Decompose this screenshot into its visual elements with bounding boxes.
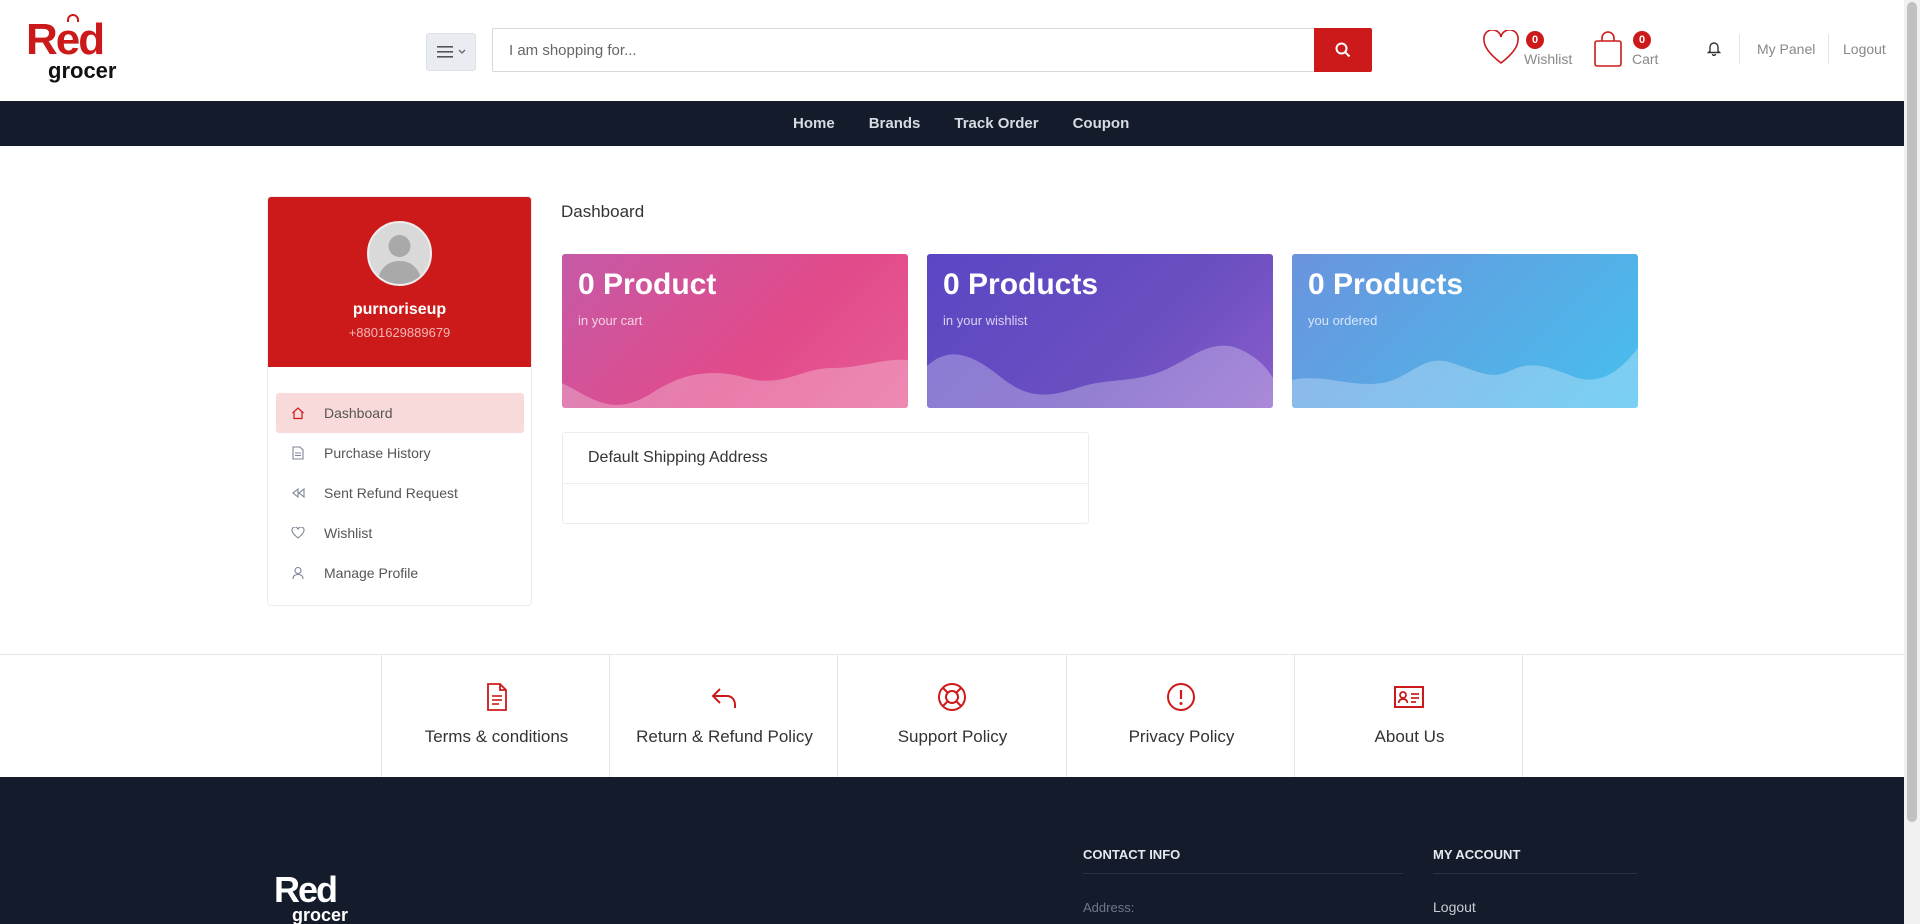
profile-name: purnoriseup xyxy=(352,301,447,318)
logo-sub-text: grocer xyxy=(48,58,117,83)
sidebar-item-refund-request[interactable]: Sent Refund Request xyxy=(276,473,524,513)
rewind-icon xyxy=(290,485,306,501)
document-icon xyxy=(290,445,306,461)
wave-decoration xyxy=(1292,348,1638,408)
cart-label: Cart xyxy=(1632,51,1659,67)
lifebuoy-icon xyxy=(938,683,966,711)
header-divider xyxy=(1739,34,1740,64)
sidebar-item-label: Wishlist xyxy=(324,525,373,541)
page-scrollbar[interactable] xyxy=(1904,0,1920,924)
wave-decoration xyxy=(562,359,908,408)
policy-about-us[interactable]: About Us xyxy=(1294,655,1523,777)
sidebar-menu: Dashboard Purchase History Sent Refund R… xyxy=(276,393,524,593)
nav-home[interactable]: Home xyxy=(776,101,852,146)
nav-coupon[interactable]: Coupon xyxy=(1056,101,1147,146)
stat-card-value: 0 Products xyxy=(1308,268,1464,301)
avatar xyxy=(367,221,432,286)
stat-card-orders: 0 Products you ordered xyxy=(1292,254,1638,408)
policy-return-refund[interactable]: Return & Refund Policy xyxy=(609,655,838,777)
sidebar-item-label: Sent Refund Request xyxy=(324,485,458,501)
logo-main-text: Red xyxy=(26,15,105,64)
stat-card-cart: 0 Product in your cart xyxy=(562,254,908,408)
search-bar xyxy=(492,28,1372,72)
bell-icon[interactable] xyxy=(1707,40,1721,56)
footer-logo[interactable]: Red grocer xyxy=(274,869,364,924)
divider xyxy=(1433,873,1637,874)
profile-card: purnoriseup +8801629889679 xyxy=(268,197,531,367)
policy-label: About Us xyxy=(1374,727,1445,746)
home-icon xyxy=(290,405,306,421)
logo-sub-text: grocer xyxy=(292,905,349,924)
policy-label: Support Policy xyxy=(897,727,1008,746)
cart-count-badge: 0 xyxy=(1633,31,1651,49)
document-icon xyxy=(487,683,507,711)
site-header: Red grocer 0 Wishlist xyxy=(0,0,1904,100)
header-divider xyxy=(1828,34,1829,64)
sidebar-item-manage-profile[interactable]: Manage Profile xyxy=(276,553,524,593)
shopping-bag-icon xyxy=(1594,31,1622,67)
stat-card-caption: in your cart xyxy=(578,313,643,328)
stat-card-wishlist: 0 Products in your wishlist xyxy=(927,254,1273,408)
account-sidebar: purnoriseup +8801629889679 Dashboard Pur… xyxy=(267,196,532,606)
search-icon xyxy=(1335,42,1351,58)
sidebar-item-dashboard[interactable]: Dashboard xyxy=(276,393,524,433)
return-arrow-icon xyxy=(711,688,736,708)
footer-account-heading: MY ACCOUNT xyxy=(1433,847,1521,862)
user-icon xyxy=(290,565,306,581)
stat-card-value: 0 Products xyxy=(943,268,1099,301)
divider xyxy=(563,483,1088,484)
page-title: Dashboard xyxy=(561,202,645,221)
policy-terms[interactable]: Terms & conditions xyxy=(381,655,610,777)
stat-card-caption: in your wishlist xyxy=(943,313,1028,328)
stat-card-value: 0 Product xyxy=(578,268,717,301)
alert-circle-icon xyxy=(1167,683,1195,711)
sidebar-item-wishlist[interactable]: Wishlist xyxy=(276,513,524,553)
sidebar-item-label: Purchase History xyxy=(324,445,431,461)
wishlist-label: Wishlist xyxy=(1524,51,1573,67)
id-card-icon xyxy=(1394,686,1424,708)
nav-track-order[interactable]: Track Order xyxy=(937,101,1055,146)
policy-label: Return & Refund Policy xyxy=(636,727,813,746)
header-cart[interactable]: 0 Cart xyxy=(1593,28,1673,72)
default-shipping-address-card: Default Shipping Address xyxy=(562,432,1089,524)
shipping-card-title: Default Shipping Address xyxy=(588,449,768,466)
footer-logout-link[interactable]: Logout xyxy=(1433,899,1476,915)
wishlist-count-badge: 0 xyxy=(1526,31,1544,49)
header-wishlist[interactable]: 0 Wishlist xyxy=(1482,28,1582,72)
footer-address-label: Address: xyxy=(1083,900,1135,915)
sidebar-item-label: Dashboard xyxy=(324,405,393,421)
nav-brands[interactable]: Brands xyxy=(852,101,938,146)
policy-label: Terms & conditions xyxy=(424,727,569,746)
sidebar-item-purchase-history[interactable]: Purchase History xyxy=(276,433,524,473)
footer-contact-heading: CONTACT INFO xyxy=(1083,847,1181,862)
logout-link[interactable]: Logout xyxy=(1843,41,1886,57)
policy-support[interactable]: Support Policy xyxy=(837,655,1066,777)
search-input[interactable] xyxy=(493,29,1316,71)
policy-label: Privacy Policy xyxy=(1128,727,1235,746)
my-panel-link[interactable]: My Panel xyxy=(1757,41,1815,57)
policy-privacy[interactable]: Privacy Policy xyxy=(1066,655,1295,777)
profile-phone: +8801629889679 xyxy=(348,325,451,340)
policy-bar: Terms & conditions Return & Refund Polic… xyxy=(0,654,1904,777)
stat-card-caption: you ordered xyxy=(1308,313,1378,328)
chevron-down-icon xyxy=(458,49,465,54)
main-navigation: Home Brands Track Order Coupon xyxy=(0,101,1904,146)
scrollbar-thumb[interactable] xyxy=(1907,2,1917,822)
heart-icon xyxy=(290,525,306,541)
hamburger-icon xyxy=(436,46,453,58)
divider xyxy=(1083,873,1403,874)
heart-icon xyxy=(1483,30,1519,65)
search-button[interactable] xyxy=(1314,28,1372,72)
site-footer: Red grocer CONTACT INFO Address: MY ACCO… xyxy=(0,777,1904,924)
sidebar-item-label: Manage Profile xyxy=(324,565,419,581)
category-menu-button[interactable] xyxy=(426,33,476,71)
user-silhouette-icon xyxy=(377,235,422,284)
wave-decoration xyxy=(927,345,1273,408)
site-logo[interactable]: Red grocer xyxy=(26,14,122,84)
